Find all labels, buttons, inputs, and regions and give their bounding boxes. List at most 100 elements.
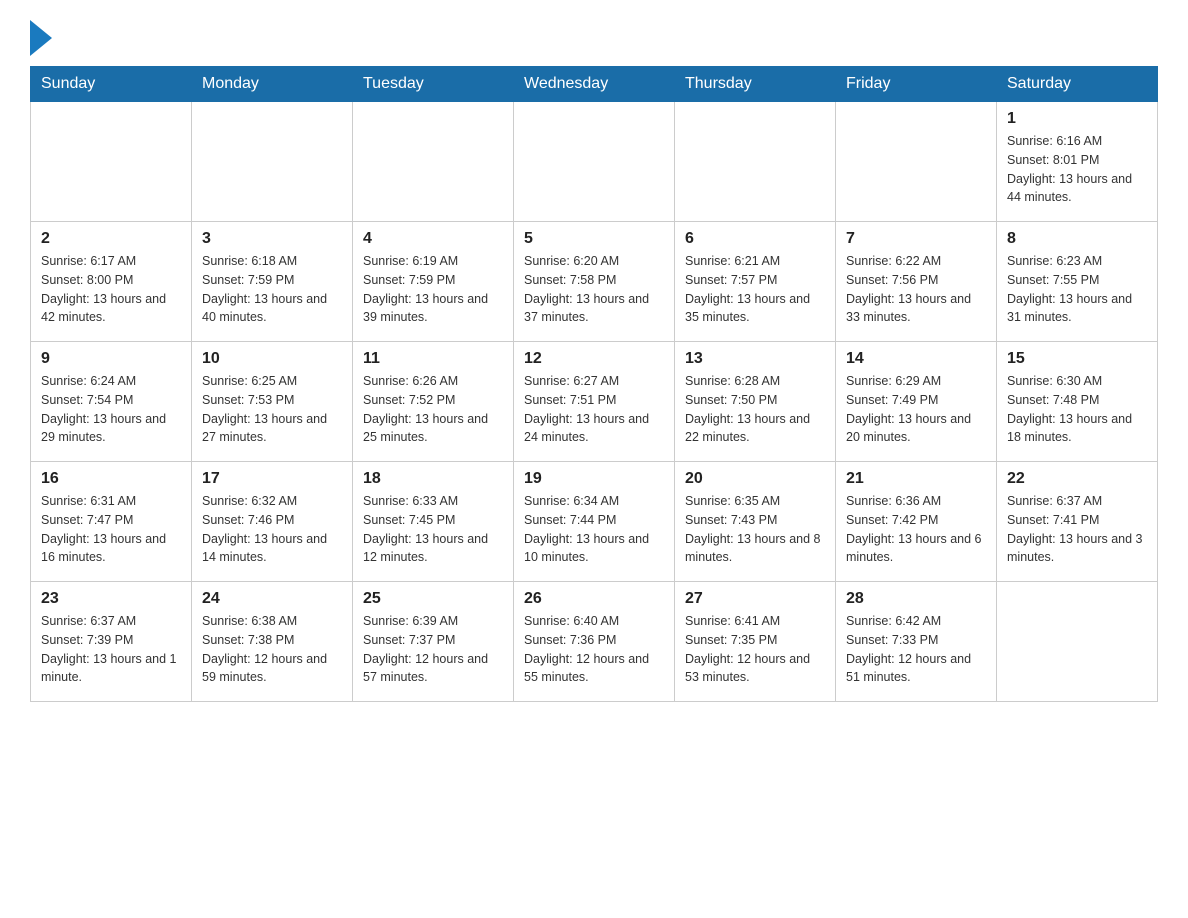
calendar-day-cell: 24 Sunrise: 6:38 AM Sunset: 7:38 PM Dayli… <box>192 582 353 702</box>
day-number: 9 <box>41 350 181 368</box>
calendar-day-cell: 6 Sunrise: 6:21 AM Sunset: 7:57 PM Daylig… <box>675 222 836 342</box>
calendar-day-cell: 7 Sunrise: 6:22 AM Sunset: 7:56 PM Daylig… <box>836 222 997 342</box>
calendar-day-cell: 28 Sunrise: 6:42 AM Sunset: 7:33 PM Dayli… <box>836 582 997 702</box>
calendar-day-cell: 21Sunrise: 6:36 AM Sunset: 7:42 PM Dayli… <box>836 462 997 582</box>
day-number: 5 <box>524 230 664 248</box>
calendar-week-row: 16Sunrise: 6:31 AM Sunset: 7:47 PM Dayli… <box>31 462 1158 582</box>
day-info: Sunrise: 6:17 AM Sunset: 8:00 PM Dayligh… <box>41 252 181 327</box>
calendar-week-row: 2 Sunrise: 6:17 AM Sunset: 8:00 PM Daylig… <box>31 222 1158 342</box>
day-info: Sunrise: 6:36 AM Sunset: 7:42 PM Dayligh… <box>846 492 986 567</box>
day-info: Sunrise: 6:33 AM Sunset: 7:45 PM Dayligh… <box>363 492 503 567</box>
calendar-day-cell: 17 Sunrise: 6:32 AM Sunset: 7:46 PM Dayli… <box>192 462 353 582</box>
calendar-weekday-header: Monday <box>192 67 353 102</box>
calendar-day-cell: 8 Sunrise: 6:23 AM Sunset: 7:55 PM Daylig… <box>997 222 1158 342</box>
day-number: 19 <box>524 470 664 488</box>
logo <box>30 20 52 56</box>
day-number: 25 <box>363 590 503 608</box>
calendar-day-cell: 11 Sunrise: 6:26 AM Sunset: 7:52 PM Dayli… <box>353 342 514 462</box>
calendar-day-cell: 3Sunrise: 6:18 AM Sunset: 7:59 PM Daylig… <box>192 222 353 342</box>
calendar-day-cell: 25Sunrise: 6:39 AM Sunset: 7:37 PM Dayli… <box>353 582 514 702</box>
day-info: Sunrise: 6:30 AM Sunset: 7:48 PM Dayligh… <box>1007 372 1147 447</box>
day-info: Sunrise: 6:21 AM Sunset: 7:57 PM Dayligh… <box>685 252 825 327</box>
day-number: 15 <box>1007 350 1147 368</box>
calendar-day-cell: 4 Sunrise: 6:19 AM Sunset: 7:59 PM Daylig… <box>353 222 514 342</box>
day-number: 14 <box>846 350 986 368</box>
day-number: 23 <box>41 590 181 608</box>
calendar-weekday-header: Saturday <box>997 67 1158 102</box>
day-number: 26 <box>524 590 664 608</box>
day-info: Sunrise: 6:16 AM Sunset: 8:01 PM Dayligh… <box>1007 132 1147 207</box>
day-info: Sunrise: 6:32 AM Sunset: 7:46 PM Dayligh… <box>202 492 342 567</box>
day-info: Sunrise: 6:34 AM Sunset: 7:44 PM Dayligh… <box>524 492 664 567</box>
day-info: Sunrise: 6:38 AM Sunset: 7:38 PM Dayligh… <box>202 612 342 687</box>
calendar-day-cell: 23 Sunrise: 6:37 AM Sunset: 7:39 PM Dayli… <box>31 582 192 702</box>
day-info: Sunrise: 6:28 AM Sunset: 7:50 PM Dayligh… <box>685 372 825 447</box>
calendar-day-cell: 18 Sunrise: 6:33 AM Sunset: 7:45 PM Dayli… <box>353 462 514 582</box>
calendar-day-cell: 27 Sunrise: 6:41 AM Sunset: 7:35 PM Dayli… <box>675 582 836 702</box>
day-number: 17 <box>202 470 342 488</box>
calendar-weekday-header: Tuesday <box>353 67 514 102</box>
day-info: Sunrise: 6:18 AM Sunset: 7:59 PM Dayligh… <box>202 252 342 327</box>
calendar-weekday-header: Sunday <box>31 67 192 102</box>
day-info: Sunrise: 6:40 AM Sunset: 7:36 PM Dayligh… <box>524 612 664 687</box>
calendar-day-cell <box>192 102 353 222</box>
day-info: Sunrise: 6:29 AM Sunset: 7:49 PM Dayligh… <box>846 372 986 447</box>
day-info: Sunrise: 6:22 AM Sunset: 7:56 PM Dayligh… <box>846 252 986 327</box>
day-info: Sunrise: 6:24 AM Sunset: 7:54 PM Dayligh… <box>41 372 181 447</box>
day-number: 4 <box>363 230 503 248</box>
day-number: 16 <box>41 470 181 488</box>
page-header <box>30 20 1158 56</box>
calendar-day-cell: 16Sunrise: 6:31 AM Sunset: 7:47 PM Dayli… <box>31 462 192 582</box>
calendar-day-cell: 26 Sunrise: 6:40 AM Sunset: 7:36 PM Dayli… <box>514 582 675 702</box>
day-number: 10 <box>202 350 342 368</box>
day-number: 12 <box>524 350 664 368</box>
calendar-day-cell: 20 Sunrise: 6:35 AM Sunset: 7:43 PM Dayli… <box>675 462 836 582</box>
day-number: 27 <box>685 590 825 608</box>
day-number: 22 <box>1007 470 1147 488</box>
day-number: 2 <box>41 230 181 248</box>
calendar-weekday-header: Thursday <box>675 67 836 102</box>
day-number: 8 <box>1007 230 1147 248</box>
calendar-day-cell <box>31 102 192 222</box>
calendar-weekday-header: Friday <box>836 67 997 102</box>
day-info: Sunrise: 6:35 AM Sunset: 7:43 PM Dayligh… <box>685 492 825 567</box>
calendar-day-cell <box>514 102 675 222</box>
day-number: 7 <box>846 230 986 248</box>
calendar-week-row: 23 Sunrise: 6:37 AM Sunset: 7:39 PM Dayli… <box>31 582 1158 702</box>
day-number: 11 <box>363 350 503 368</box>
day-info: Sunrise: 6:42 AM Sunset: 7:33 PM Dayligh… <box>846 612 986 687</box>
calendar-weekday-header: Wednesday <box>514 67 675 102</box>
day-info: Sunrise: 6:25 AM Sunset: 7:53 PM Dayligh… <box>202 372 342 447</box>
day-number: 6 <box>685 230 825 248</box>
day-number: 28 <box>846 590 986 608</box>
calendar-table: SundayMondayTuesdayWednesdayThursdayFrid… <box>30 66 1158 702</box>
day-info: Sunrise: 6:26 AM Sunset: 7:52 PM Dayligh… <box>363 372 503 447</box>
calendar-day-cell: 9 Sunrise: 6:24 AM Sunset: 7:54 PM Daylig… <box>31 342 192 462</box>
day-info: Sunrise: 6:23 AM Sunset: 7:55 PM Dayligh… <box>1007 252 1147 327</box>
day-number: 18 <box>363 470 503 488</box>
calendar-day-cell: 1 Sunrise: 6:16 AM Sunset: 8:01 PM Daylig… <box>997 102 1158 222</box>
calendar-day-cell <box>836 102 997 222</box>
calendar-week-row: 9 Sunrise: 6:24 AM Sunset: 7:54 PM Daylig… <box>31 342 1158 462</box>
calendar-header-row: SundayMondayTuesdayWednesdayThursdayFrid… <box>31 67 1158 102</box>
calendar-day-cell: 10 Sunrise: 6:25 AM Sunset: 7:53 PM Dayli… <box>192 342 353 462</box>
day-info: Sunrise: 6:19 AM Sunset: 7:59 PM Dayligh… <box>363 252 503 327</box>
calendar-day-cell <box>675 102 836 222</box>
calendar-day-cell: 13 Sunrise: 6:28 AM Sunset: 7:50 PM Dayli… <box>675 342 836 462</box>
day-number: 1 <box>1007 110 1147 128</box>
logo-text <box>30 20 52 56</box>
calendar-day-cell: 2 Sunrise: 6:17 AM Sunset: 8:00 PM Daylig… <box>31 222 192 342</box>
day-info: Sunrise: 6:41 AM Sunset: 7:35 PM Dayligh… <box>685 612 825 687</box>
calendar-day-cell: 12Sunrise: 6:27 AM Sunset: 7:51 PM Dayli… <box>514 342 675 462</box>
day-number: 24 <box>202 590 342 608</box>
day-info: Sunrise: 6:20 AM Sunset: 7:58 PM Dayligh… <box>524 252 664 327</box>
calendar-day-cell: 5 Sunrise: 6:20 AM Sunset: 7:58 PM Daylig… <box>514 222 675 342</box>
day-number: 20 <box>685 470 825 488</box>
calendar-day-cell: 19 Sunrise: 6:34 AM Sunset: 7:44 PM Dayli… <box>514 462 675 582</box>
day-info: Sunrise: 6:37 AM Sunset: 7:41 PM Dayligh… <box>1007 492 1147 567</box>
calendar-day-cell: 15 Sunrise: 6:30 AM Sunset: 7:48 PM Dayli… <box>997 342 1158 462</box>
day-number: 13 <box>685 350 825 368</box>
day-info: Sunrise: 6:37 AM Sunset: 7:39 PM Dayligh… <box>41 612 181 687</box>
calendar-day-cell: 14 Sunrise: 6:29 AM Sunset: 7:49 PM Dayli… <box>836 342 997 462</box>
calendar-day-cell <box>353 102 514 222</box>
